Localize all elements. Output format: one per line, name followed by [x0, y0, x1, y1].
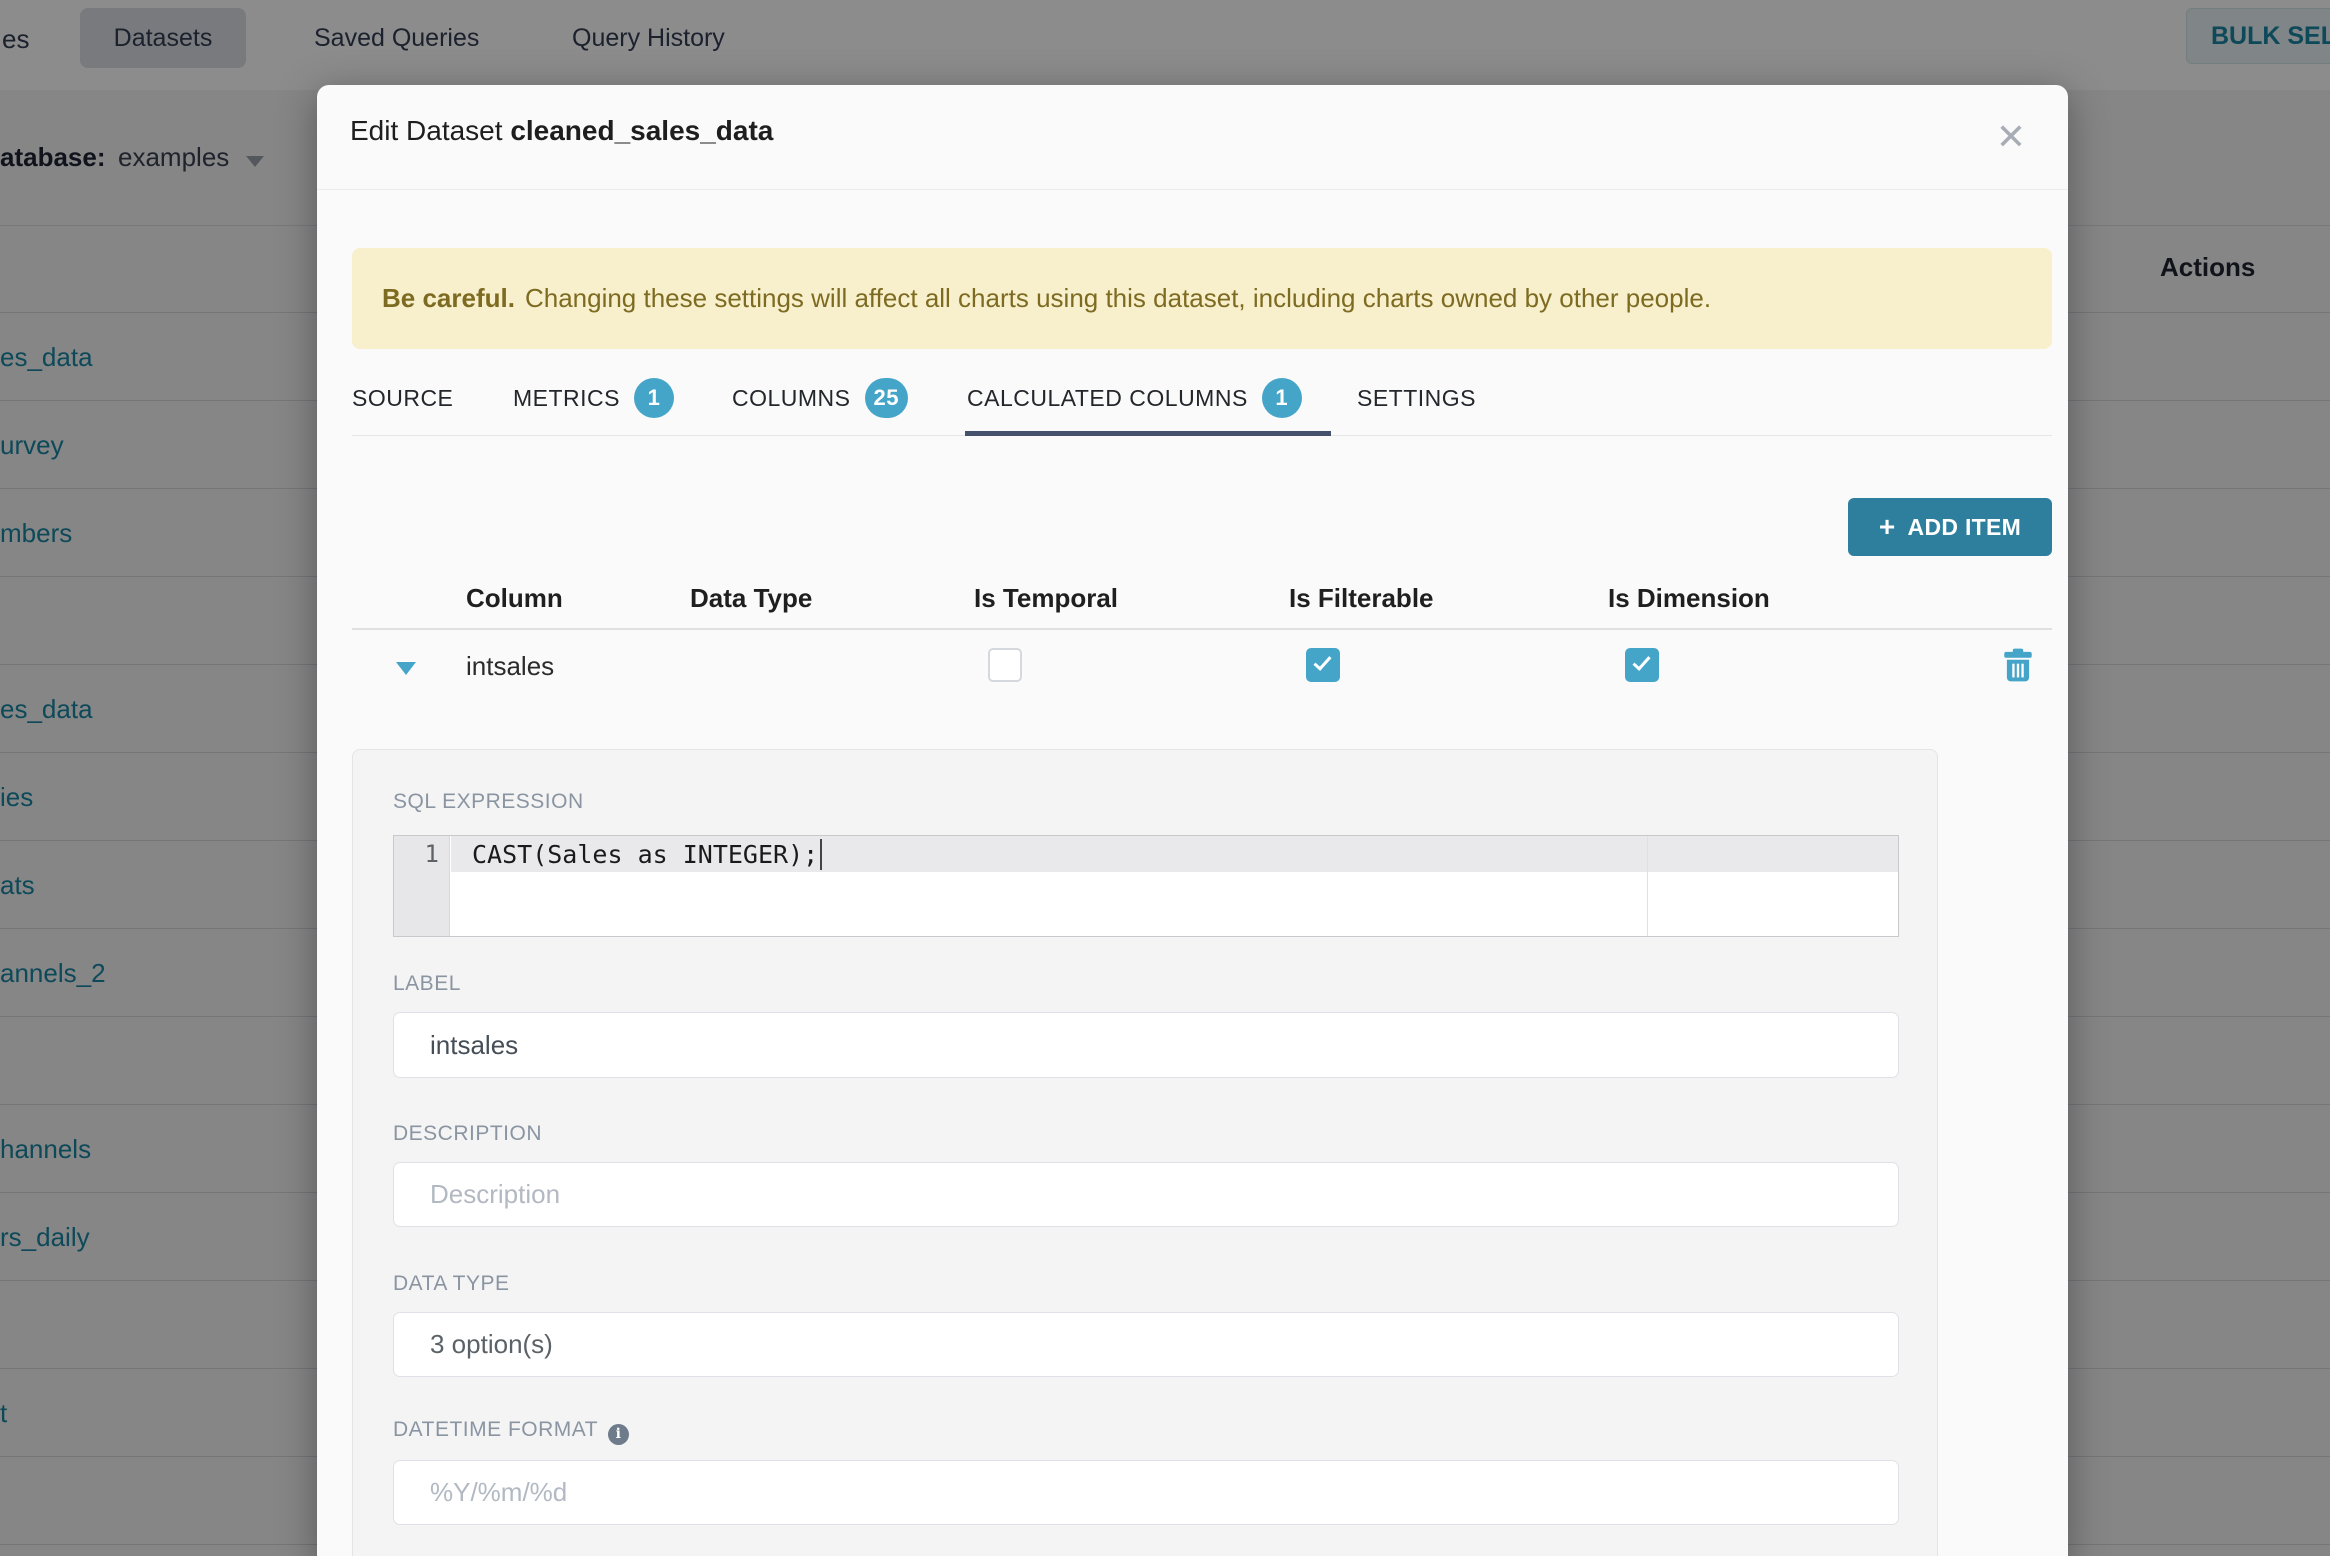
warning-banner-bold: Be careful. [382, 283, 515, 313]
plus-icon: + [1878, 511, 1896, 542]
modal-title-dataset-name: cleaned_sales_data [510, 115, 774, 146]
datetime-format-label-text: DATETIME FORMAT [393, 1418, 599, 1441]
editor-text-cursor [820, 839, 822, 870]
screen: es Datasets Saved Queries Query History … [0, 0, 2330, 1556]
column-header-data-type: Data Type [690, 583, 813, 613]
warning-banner-text: Changing these settings will affect all … [524, 283, 1712, 313]
tab-metrics-label: METRICS [513, 384, 620, 411]
editor-print-margin [1647, 836, 1648, 936]
is-dimension-checkbox[interactable] [1625, 648, 1659, 682]
data-type-field-label: DATA TYPE [393, 1272, 510, 1295]
is-filterable-checkbox[interactable] [1306, 648, 1340, 682]
description-field-label: DESCRIPTION [393, 1122, 543, 1145]
add-item-button[interactable]: + ADD ITEM [1848, 498, 2052, 556]
edit-dataset-modal: Edit Dataset cleaned_sales_data ✕ Be car… [317, 85, 2068, 1556]
table-header-border [352, 628, 2052, 630]
column-header-is-temporal: Is Temporal [974, 583, 1119, 613]
modal-title-prefix: Edit Dataset [350, 115, 503, 146]
tab-calculated-columns-label: CALCULATED COLUMNS [967, 384, 1248, 411]
close-icon[interactable]: ✕ [1981, 107, 2041, 167]
data-type-select-value: 3 option(s) [430, 1329, 553, 1359]
tab-calculated-columns[interactable]: CALCULATED COLUMNS 1 [967, 373, 1302, 423]
delete-column-trash-icon[interactable] [2002, 648, 2034, 682]
columns-count-badge: 25 [864, 378, 908, 418]
calculated-columns-count-badge: 1 [1261, 378, 1302, 418]
tab-columns[interactable]: COLUMNS 25 [732, 373, 908, 423]
warning-banner: Be careful. Changing these settings will… [352, 248, 2052, 349]
sql-expression-editor[interactable]: 1 CAST(Sales as INTEGER); [393, 835, 1899, 937]
active-tab-underline [965, 431, 1331, 436]
datetime-format-input[interactable] [393, 1460, 1899, 1525]
info-icon[interactable]: i [608, 1423, 630, 1445]
check-icon [1632, 652, 1651, 671]
is-temporal-checkbox[interactable] [988, 648, 1022, 682]
metrics-count-badge: 1 [634, 378, 674, 418]
data-type-select[interactable]: 3 option(s) [393, 1312, 1899, 1377]
tab-settings[interactable]: SETTINGS [1357, 373, 1476, 423]
calculated-column-name: intsales [466, 651, 555, 681]
check-icon [1313, 652, 1332, 671]
sql-expression-label: SQL EXPRESSION [393, 790, 584, 813]
calculated-column-detail-panel: SQL EXPRESSION 1 CAST(Sales as INTEGER);… [352, 749, 1938, 1556]
collapse-row-caret-icon[interactable] [396, 662, 416, 675]
tab-settings-label: SETTINGS [1357, 384, 1477, 411]
datetime-format-field-label: DATETIME FORMAT i [393, 1418, 630, 1445]
label-input[interactable] [393, 1012, 1899, 1078]
modal-title: Edit Dataset cleaned_sales_data [350, 115, 773, 147]
column-header-is-filterable: Is Filterable [1289, 583, 1434, 613]
column-header-column: Column [466, 583, 563, 613]
description-input[interactable] [393, 1162, 1899, 1227]
editor-gutter: 1 [394, 836, 450, 936]
tab-metrics[interactable]: METRICS 1 [513, 373, 674, 423]
modal-header: Edit Dataset cleaned_sales_data ✕ [317, 85, 2068, 190]
column-header-is-dimension: Is Dimension [1608, 583, 1770, 613]
tab-source-label: SOURCE [352, 384, 454, 411]
tab-source[interactable]: SOURCE [352, 373, 453, 423]
sql-code: CAST(Sales as INTEGER); [472, 840, 819, 869]
label-field-label: LABEL [393, 972, 461, 995]
tab-columns-label: COLUMNS [732, 384, 851, 411]
editor-line-number: 1 [424, 840, 439, 868]
add-item-label: ADD ITEM [1907, 513, 2022, 540]
